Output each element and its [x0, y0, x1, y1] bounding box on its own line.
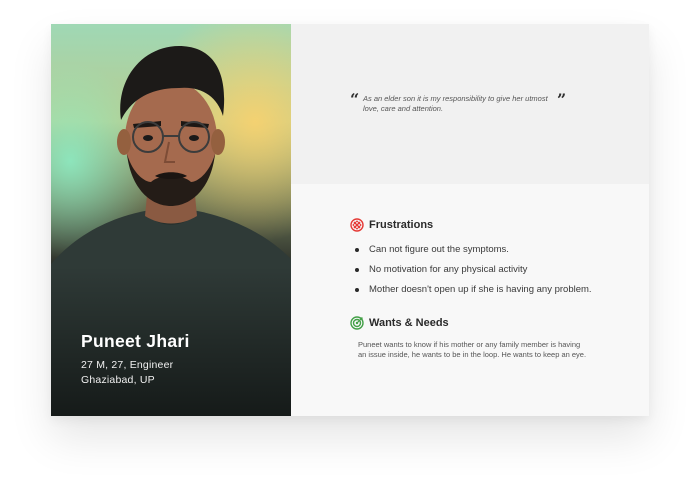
close-quote-icon: ” — [557, 90, 567, 109]
frustrations-heading: Frustrations — [350, 218, 433, 232]
frustration-icon — [350, 218, 364, 232]
bullet-icon — [355, 288, 359, 292]
wants-title: Wants & Needs — [369, 317, 449, 329]
frustration-text: No motivation for any physical activity — [369, 264, 528, 275]
details-panel: Frustrations Can not figure out the symp… — [291, 184, 649, 416]
list-item: Can not figure out the symptoms. — [350, 244, 592, 264]
target-icon — [350, 316, 364, 330]
list-item: No motivation for any physical activity — [350, 264, 592, 284]
wants-heading: Wants & Needs — [350, 316, 449, 330]
persona-quote: As an elder son it is my responsibility … — [363, 94, 548, 113]
list-item: Mother doesn't open up if she is having … — [350, 284, 592, 304]
persona-photo: Puneet Jhari 27 M, 27, Engineer Ghaziaba… — [51, 24, 291, 416]
open-quote-icon: “ — [350, 90, 360, 109]
persona-name: Puneet Jhari — [81, 331, 190, 351]
wants-description: Puneet wants to know if his mother or an… — [358, 340, 587, 359]
quote-panel: “ As an elder son it is my responsibilit… — [291, 24, 649, 184]
frustration-text: Mother doesn't open up if she is having … — [369, 284, 592, 295]
frustration-text: Can not figure out the symptoms. — [369, 244, 509, 255]
bullet-icon — [355, 248, 359, 252]
persona-demographics: 27 M, 27, Engineer — [81, 359, 174, 371]
bullet-icon — [355, 268, 359, 272]
frustrations-list: Can not figure out the symptoms. No moti… — [350, 244, 592, 304]
frustrations-title: Frustrations — [369, 219, 434, 231]
persona-card: Puneet Jhari 27 M, 27, Engineer Ghaziaba… — [51, 24, 649, 416]
persona-location: Ghaziabad, UP — [81, 374, 155, 386]
